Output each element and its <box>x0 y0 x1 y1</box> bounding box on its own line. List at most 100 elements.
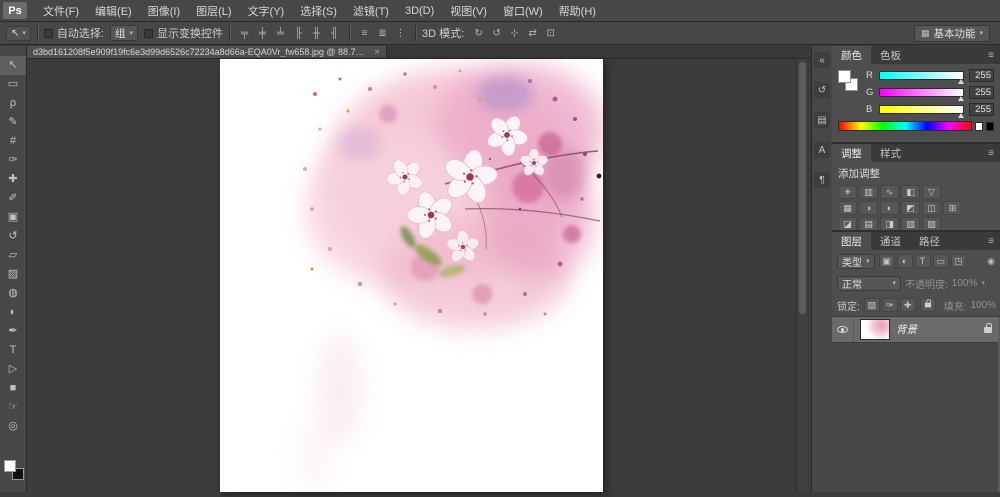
menu-item[interactable]: 文件(F) <box>35 0 87 21</box>
document-tab[interactable]: d3bd161208f5e909f19fc6e3d99d6526c72234a8… <box>27 46 387 58</box>
rectangle-tool[interactable]: ■ <box>0 379 26 398</box>
gradient-tool[interactable]: ▨ <box>0 265 26 284</box>
tab-layers[interactable]: 图层 <box>832 232 871 250</box>
color-lookup-icon[interactable]: ⊞ <box>943 201 962 215</box>
pen-tool[interactable]: ✒ <box>0 322 26 341</box>
menu-item[interactable]: 选择(S) <box>292 0 345 21</box>
lock-position-icon[interactable]: ✚ <box>900 298 916 312</box>
align-bottom-edges-icon[interactable]: ╧ <box>272 25 289 41</box>
slider-thumb[interactable] <box>958 96 964 101</box>
path-selection-tool[interactable]: ▷ <box>0 360 26 379</box>
menu-item[interactable]: 视图(V) <box>442 0 495 21</box>
align-right-edges-icon[interactable]: ╢ <box>326 25 343 41</box>
blend-mode-dropdown[interactable]: 正常 ▾ <box>837 276 901 291</box>
tab-adjustments[interactable]: 调整 <box>832 144 871 162</box>
lock-all-icon[interactable] <box>920 298 936 312</box>
white-swatch[interactable] <box>975 122 983 131</box>
3d-zoom-camera-icon[interactable]: ⊡ <box>542 25 559 41</box>
tab-channels[interactable]: 通道 <box>871 232 910 250</box>
slider-thumb[interactable] <box>958 113 964 118</box>
filter-shape-layers-icon[interactable]: ▭ <box>933 254 949 268</box>
horizontal-type-tool[interactable]: T <box>0 341 26 360</box>
tab-paths[interactable]: 路径 <box>910 232 949 250</box>
menu-item[interactable]: 窗口(W) <box>495 0 551 21</box>
filter-kind-dropdown[interactable]: 类型 ▾ <box>837 254 875 269</box>
rectangular-marquee-tool[interactable]: ▭ <box>0 75 26 94</box>
layer-thumbnail[interactable] <box>860 319 890 340</box>
zoom-tool[interactable]: ◎ <box>0 417 26 436</box>
workspace-switcher[interactable]: ▦ 基本功能 ▾ <box>914 25 990 42</box>
blue-value-field[interactable]: 255 <box>969 103 994 116</box>
selective-color-icon[interactable]: ▨ <box>922 217 941 230</box>
levels-icon[interactable]: ▥ <box>859 185 878 199</box>
hand-tool[interactable]: ☞ <box>0 398 26 417</box>
red-slider-track[interactable] <box>879 71 964 80</box>
canvas-vertical-scrollbar[interactable] <box>796 59 807 492</box>
tab-swatches[interactable]: 色板 <box>871 46 910 64</box>
menu-item[interactable]: 图像(I) <box>140 0 188 21</box>
history-brush-tool[interactable]: ↺ <box>0 227 26 246</box>
history-panel-icon[interactable]: ↺ <box>814 82 830 98</box>
character-panel-icon[interactable]: A <box>814 142 830 158</box>
eraser-tool[interactable]: ▱ <box>0 246 26 265</box>
show-transform-controls-checkbox[interactable]: 显示变换控件 <box>144 25 223 41</box>
green-slider-track[interactable] <box>879 88 964 97</box>
close-tab-icon[interactable]: × <box>374 47 380 58</box>
lasso-tool[interactable]: ρ <box>0 94 26 113</box>
brightness-contrast-icon[interactable]: ☀ <box>838 185 857 199</box>
layer-row-background[interactable]: 背景 <box>832 317 1000 343</box>
auto-select-checkbox[interactable]: 自动选择: <box>44 25 104 41</box>
3d-slide-camera-icon[interactable]: ⇄ <box>524 25 541 41</box>
menu-item[interactable]: 编辑(E) <box>87 0 140 21</box>
lock-transparent-pixels-icon[interactable]: ▨ <box>864 298 880 312</box>
threshold-icon[interactable]: ◨ <box>880 217 899 230</box>
exposure-icon[interactable]: ◧ <box>901 185 920 199</box>
quick-selection-tool[interactable]: ✎ <box>0 113 26 132</box>
color-balance-icon[interactable]: ◑ <box>859 201 878 215</box>
black-swatch[interactable] <box>986 122 994 131</box>
auto-select-target-dropdown[interactable]: 组 ▾ <box>110 25 138 41</box>
distribute-spacing-icon[interactable]: ⋮ <box>392 25 409 41</box>
move-tool[interactable]: ↖ <box>0 56 26 75</box>
foreground-color-swatch[interactable] <box>838 70 851 83</box>
tab-color[interactable]: 颜色 <box>832 46 871 64</box>
3d-rotate-camera-icon[interactable]: ↻ <box>470 25 487 41</box>
black-white-icon[interactable]: ◐ <box>880 201 899 215</box>
properties-panel-icon[interactable]: ▤ <box>814 112 830 128</box>
distribute-vertical-icon[interactable]: ≡ <box>356 25 373 41</box>
menu-item[interactable]: 文字(Y) <box>240 0 293 21</box>
align-horizontal-centers-icon[interactable]: ╫ <box>308 25 325 41</box>
panel-menu-icon[interactable]: ≡ <box>982 46 1000 64</box>
dodge-tool[interactable]: ◐ <box>0 303 26 322</box>
tab-styles[interactable]: 样式 <box>871 144 910 162</box>
color-spectrum-bar[interactable] <box>838 121 972 131</box>
menu-item[interactable]: 3D(D) <box>397 0 442 21</box>
photo-filter-icon[interactable]: ◩ <box>901 201 920 215</box>
red-value-field[interactable]: 255 <box>969 69 994 82</box>
menu-item[interactable]: 图层(L) <box>188 0 239 21</box>
scrollbar-thumb[interactable] <box>799 62 806 314</box>
blur-tool[interactable]: ◍ <box>0 284 26 303</box>
layer-visibility-toggle[interactable] <box>832 317 854 342</box>
blue-slider-track[interactable] <box>879 105 964 114</box>
3d-roll-camera-icon[interactable]: ↺ <box>488 25 505 41</box>
channel-mixer-icon[interactable]: ◫ <box>922 201 941 215</box>
filter-type-layers-icon[interactable]: T <box>915 254 931 268</box>
opacity-value[interactable]: 100% <box>952 278 978 289</box>
canvas-area[interactable] <box>27 59 811 492</box>
vibrance-icon[interactable]: ▽ <box>922 185 941 199</box>
eyedropper-tool[interactable]: ✑ <box>0 151 26 170</box>
lock-image-pixels-icon[interactable]: ✑ <box>882 298 898 312</box>
spot-healing-brush-tool[interactable]: ✚ <box>0 170 26 189</box>
3d-pan-camera-icon[interactable]: ⊹ <box>506 25 523 41</box>
distribute-horizontal-icon[interactable]: ≣ <box>374 25 391 41</box>
slider-thumb[interactable] <box>958 79 964 84</box>
posterize-icon[interactable]: ▤ <box>859 217 878 230</box>
filter-pixel-layers-icon[interactable]: ▣ <box>879 254 895 268</box>
green-value-field[interactable]: 255 <box>969 86 994 99</box>
tool-preset-picker[interactable]: ↖ ▾ <box>6 26 31 41</box>
filter-toggle-icon[interactable]: ◉ <box>987 256 995 267</box>
open-document[interactable] <box>220 59 603 492</box>
paragraph-panel-icon[interactable]: ¶ <box>814 172 830 188</box>
align-left-edges-icon[interactable]: ╟ <box>290 25 307 41</box>
